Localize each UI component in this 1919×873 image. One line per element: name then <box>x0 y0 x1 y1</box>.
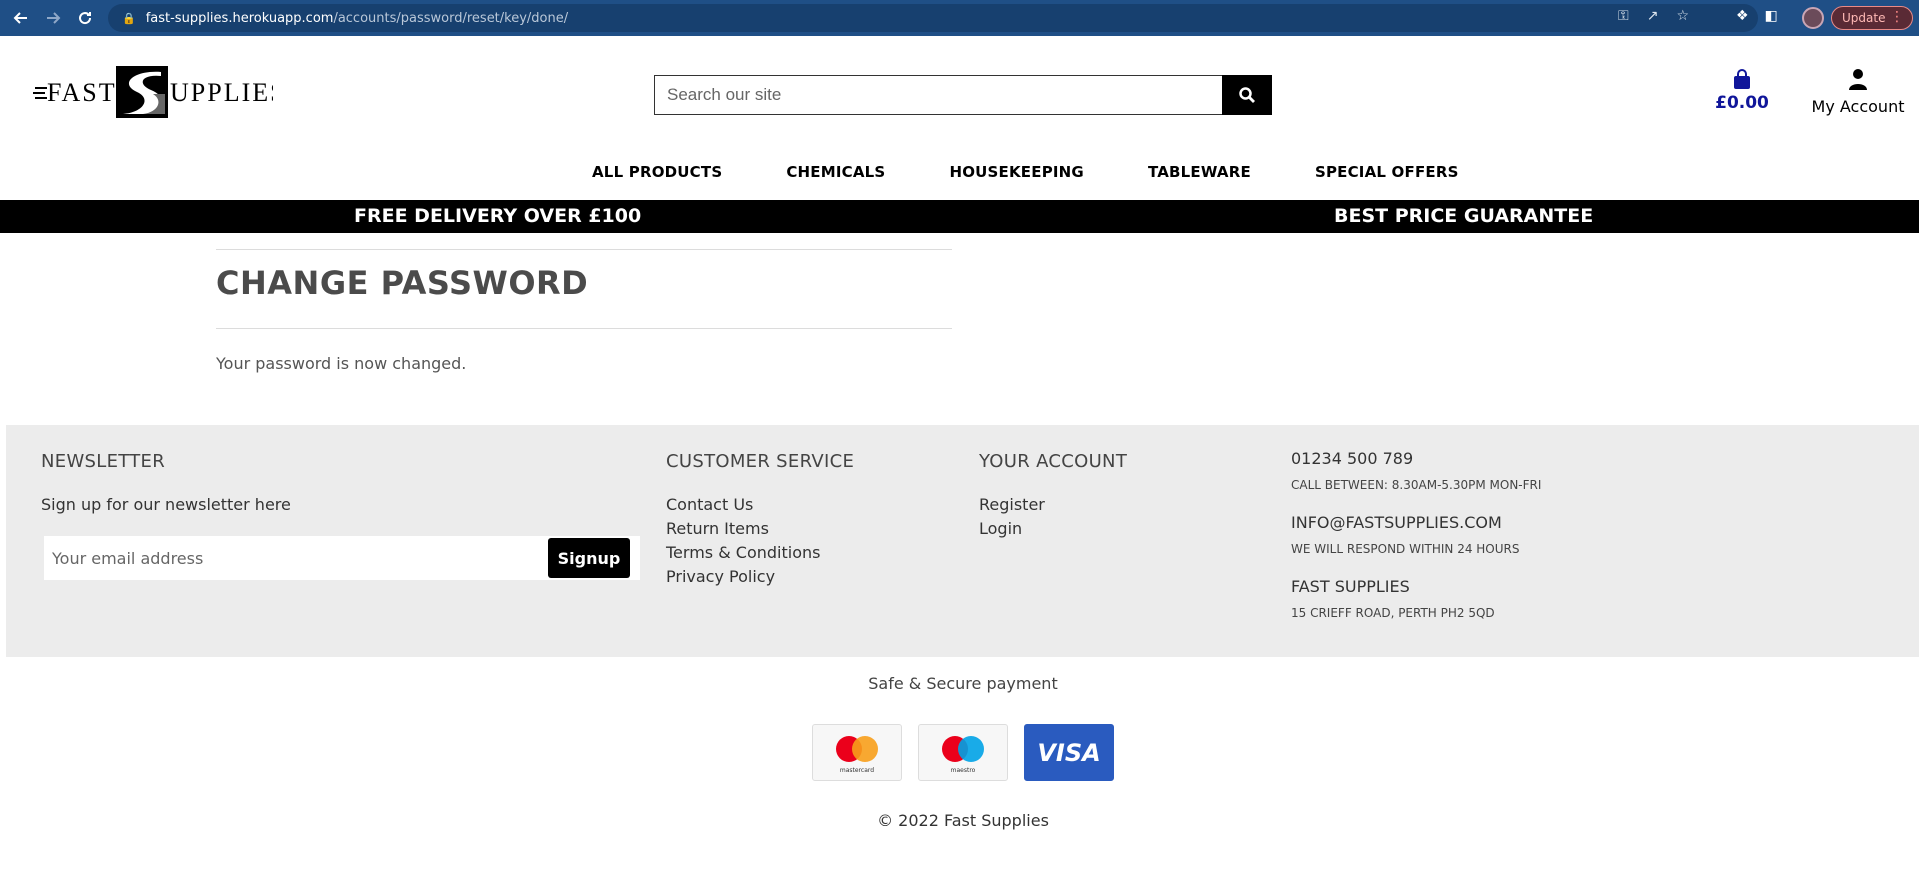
key-icon[interactable]: ⚿ <box>1618 8 1629 24</box>
sidepanel-icon[interactable]: ◧ <box>1765 8 1778 24</box>
mastercard-logo: mastercard <box>812 724 902 781</box>
promo-banner: FREE DELIVERY OVER £100 BEST PRICE GUARA… <box>0 200 1919 233</box>
search-input[interactable] <box>654 75 1222 115</box>
footer-link-privacy[interactable]: Privacy Policy <box>666 565 775 589</box>
logo-text-left: FAST <box>47 78 117 107</box>
address-bar-actions: ⚿ ↗ ☆ <box>1618 8 1689 24</box>
forward-arrow-icon[interactable] <box>42 7 64 29</box>
signup-button[interactable]: Signup <box>548 538 630 578</box>
search-button[interactable] <box>1222 75 1272 115</box>
extension-icons: ❖ ◧ <box>1736 8 1778 24</box>
maestro-label: maestro <box>951 767 976 774</box>
footer-link-terms[interactable]: Terms & Conditions <box>666 541 820 565</box>
nav-item-chemicals[interactable]: CHEMICALS <box>786 163 885 181</box>
secure-payment-label: Safe & Secure payment <box>868 674 1058 693</box>
contact-company: FAST SUPPLIES <box>1291 577 1410 596</box>
puzzle-icon[interactable]: ❖ <box>1736 8 1749 24</box>
address-bar[interactable]: 🔒 fast-supplies.herokuapp.com/accounts/p… <box>108 4 1758 32</box>
copyright-text: © 2022 Fast Supplies <box>877 811 1049 830</box>
footer-link-contact-us[interactable]: Contact Us <box>666 493 753 517</box>
your-account-heading: YOUR ACCOUNT <box>979 451 1128 472</box>
newsletter-heading: NEWSLETTER <box>41 451 166 472</box>
logo-text-right: UPPLIES <box>170 78 273 107</box>
maestro-logo: maestro <box>918 724 1008 781</box>
payment-cards: mastercard maestro VISA <box>812 724 1114 781</box>
contact-email[interactable]: INFO@FASTSUPPLIES.COM <box>1291 513 1502 532</box>
promo-best-price: BEST PRICE GUARANTEE <box>1334 205 1594 227</box>
page-title: CHANGE PASSWORD <box>216 264 589 302</box>
shopping-bag-icon <box>1734 69 1750 89</box>
contact-phone-note: CALL BETWEEN: 8.30AM-5.30PM MON-FRI <box>1291 478 1542 492</box>
url-path: /accounts/password/reset/key/done/ <box>333 10 569 26</box>
nav-item-tableware[interactable]: TABLEWARE <box>1148 163 1251 181</box>
nav-item-special-offers[interactable]: SPECIAL OFFERS <box>1315 163 1459 181</box>
profile-avatar[interactable] <box>1802 7 1824 29</box>
divider-bottom <box>216 328 952 329</box>
footer-link-return-items[interactable]: Return Items <box>666 517 769 541</box>
share-icon[interactable]: ↗ <box>1647 8 1659 24</box>
newsletter-form: Signup <box>44 536 640 580</box>
back-arrow-icon[interactable] <box>10 7 32 29</box>
success-message: Your password is now changed. <box>216 354 467 373</box>
newsletter-email-input[interactable] <box>46 538 548 578</box>
my-account-label: My Account <box>1811 97 1905 116</box>
contact-email-note: WE WILL RESPOND WITHIN 24 HOURS <box>1291 542 1520 556</box>
menu-dots-icon: ⋮ <box>1890 9 1904 25</box>
browser-toolbar: 🔒 fast-supplies.herokuapp.com/accounts/p… <box>0 0 1919 36</box>
visa-label: VISA <box>1037 739 1100 767</box>
user-icon <box>1849 69 1867 90</box>
visa-logo: VISA <box>1024 724 1114 781</box>
search-icon <box>1239 87 1255 103</box>
site-footer: NEWSLETTER Sign up for our newsletter he… <box>6 425 1919 657</box>
mastercard-label: mastercard <box>840 767 874 774</box>
main-navigation: ALL PRODUCTS CHEMICALS HOUSEKEEPING TABL… <box>560 160 1491 184</box>
footer-link-login[interactable]: Login <box>979 517 1022 541</box>
newsletter-text: Sign up for our newsletter here <box>41 495 291 514</box>
promo-free-delivery: FREE DELIVERY OVER £100 <box>354 205 642 227</box>
reload-icon[interactable] <box>74 7 96 29</box>
lock-icon: 🔒 <box>122 11 136 25</box>
customer-service-heading: CUSTOMER SERVICE <box>666 451 855 472</box>
site-logo[interactable]: FAST UPPLIES <box>33 64 285 120</box>
contact-address: 15 CRIEFF ROAD, PERTH PH2 5QD <box>1291 606 1495 620</box>
divider-top <box>216 249 952 250</box>
url-host: fast-supplies.herokuapp.com <box>145 10 334 26</box>
update-button[interactable]: Update ⋮ <box>1831 6 1913 30</box>
nav-item-all-products[interactable]: ALL PRODUCTS <box>592 163 722 181</box>
nav-item-housekeeping[interactable]: HOUSEKEEPING <box>949 163 1084 181</box>
my-account-link[interactable]: My Account <box>1806 68 1910 116</box>
update-label: Update <box>1842 11 1886 25</box>
star-icon[interactable]: ☆ <box>1676 8 1689 24</box>
footer-link-register[interactable]: Register <box>979 493 1045 517</box>
cart-total: £0.00 <box>1715 93 1769 113</box>
search-form <box>654 75 1272 115</box>
contact-phone[interactable]: 01234 500 789 <box>1291 449 1413 468</box>
cart-link[interactable]: £0.00 <box>1713 68 1771 113</box>
